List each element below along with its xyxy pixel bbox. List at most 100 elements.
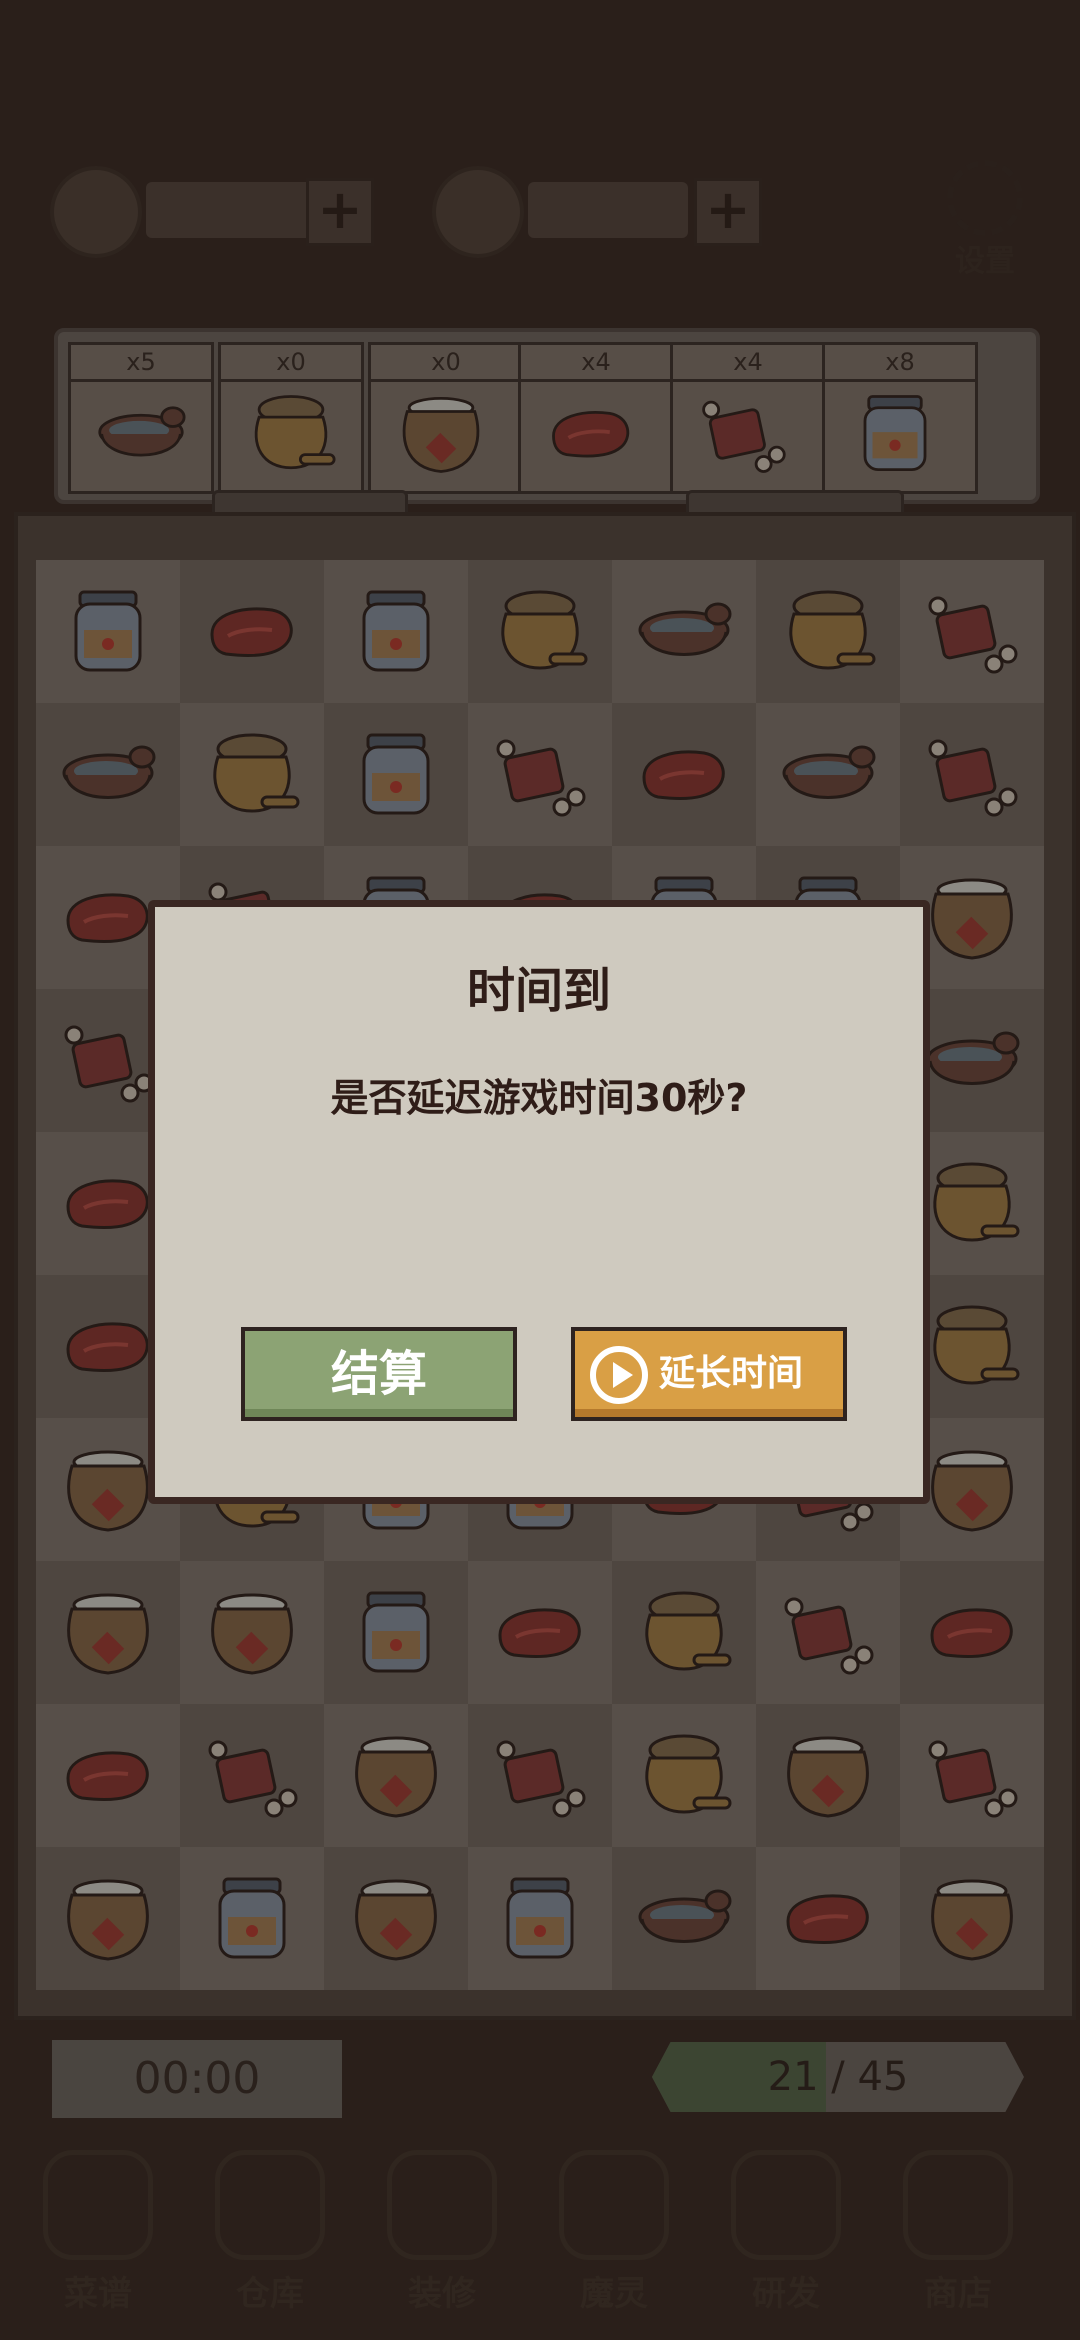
- countdown-timer: 00:00: [52, 2040, 342, 2118]
- board-tile[interactable]: [756, 1561, 900, 1704]
- board-tile[interactable]: [900, 1704, 1044, 1847]
- goal-count: x0: [221, 345, 361, 382]
- board-tile[interactable]: [612, 560, 756, 703]
- board-tile[interactable]: [324, 1704, 468, 1847]
- board-tile[interactable]: [900, 1847, 1044, 1990]
- meat-ribs-icon: [928, 739, 1018, 817]
- board-tile[interactable]: [468, 1847, 612, 1990]
- meat-ribs-icon: [928, 1740, 1018, 1818]
- board-tile[interactable]: [468, 1704, 612, 1847]
- extend-time-button[interactable]: 延长时间: [571, 1327, 847, 1421]
- goal-slot-meat-ribs: x4: [670, 342, 826, 494]
- steak-icon: [786, 1894, 869, 1945]
- meat-ribs-icon: [496, 739, 586, 817]
- board-tile[interactable]: [900, 703, 1044, 846]
- board-tile[interactable]: [468, 1561, 612, 1704]
- steak-icon: [66, 1179, 149, 1230]
- nav-item-spirit[interactable]: 魔灵: [544, 2150, 684, 2320]
- jar-icon: [74, 590, 142, 672]
- jar-icon: [835, 389, 955, 479]
- honey-pot-icon: [933, 1305, 1020, 1385]
- steak-icon: [66, 1322, 149, 1373]
- goal-slot-rice-sack: x0: [368, 342, 524, 494]
- board-tile[interactable]: [324, 703, 468, 846]
- progress-total: 45: [857, 2054, 909, 2100]
- board-tile[interactable]: [324, 1561, 468, 1704]
- board-tile[interactable]: [36, 1847, 180, 1990]
- meat-ribs-icon: [683, 389, 803, 479]
- steak-icon: [498, 1608, 581, 1659]
- goal-count: x4: [521, 345, 671, 382]
- time-up-dialog: 时间到 是否延迟游戏时间30秒? 结算 延长时间: [148, 900, 930, 1504]
- board-tile[interactable]: [36, 1561, 180, 1704]
- jar-icon: [362, 1591, 430, 1673]
- add-resource-button[interactable]: +: [694, 178, 762, 246]
- goal-slot-jar: x8: [822, 342, 978, 494]
- settings-button[interactable]: 设置: [940, 160, 1030, 279]
- decorate-icon: [387, 2150, 497, 2260]
- resource-value-box: [528, 182, 688, 238]
- jar-icon: [362, 590, 430, 672]
- rice-sack-icon: [787, 1736, 869, 1818]
- meat-ribs-icon: [784, 1597, 874, 1675]
- board-tile[interactable]: [900, 1561, 1044, 1704]
- board-tile[interactable]: [756, 560, 900, 703]
- board-tile[interactable]: [180, 1847, 324, 1990]
- rice-sack-icon: [67, 1450, 149, 1532]
- rice-sack-icon: [381, 389, 501, 479]
- nav-item-decorate[interactable]: 装修: [372, 2150, 512, 2320]
- progress-current: 21: [767, 2054, 819, 2100]
- board-tile[interactable]: [756, 1847, 900, 1990]
- steak-icon: [642, 750, 725, 801]
- gem-icon: [432, 166, 524, 258]
- board-tile[interactable]: [36, 703, 180, 846]
- board-tile[interactable]: [468, 703, 612, 846]
- steak-icon: [531, 389, 651, 479]
- board-tile[interactable]: [36, 1704, 180, 1847]
- nav-label: 装修: [408, 2274, 476, 2314]
- dialog-message: 是否延迟游戏时间30秒?: [330, 1076, 748, 1120]
- nav-label: 仓库: [236, 2274, 304, 2314]
- board-tile[interactable]: [180, 560, 324, 703]
- nav-item-recipe[interactable]: 菜谱: [28, 2150, 168, 2320]
- steak-icon: [210, 607, 293, 658]
- settle-button[interactable]: 结算: [241, 1327, 517, 1421]
- honey-pot-icon: [789, 590, 876, 670]
- board-tile[interactable]: [612, 1704, 756, 1847]
- progress-text: 21 / 45: [652, 2042, 1024, 2112]
- honey-pot-icon: [213, 733, 300, 813]
- steak-icon: [66, 893, 149, 944]
- board-tile[interactable]: [612, 1847, 756, 1990]
- bowl-icon: [926, 1031, 1020, 1085]
- nav-item-research[interactable]: 研发: [716, 2150, 856, 2320]
- bowl-icon: [782, 745, 876, 799]
- nav-item-warehouse[interactable]: 仓库: [200, 2150, 340, 2320]
- meat-ribs-icon: [496, 1740, 586, 1818]
- bowl-icon: [638, 1889, 732, 1943]
- board-tile[interactable]: [180, 1561, 324, 1704]
- board-tile[interactable]: [324, 1847, 468, 1990]
- board-tile[interactable]: [612, 1561, 756, 1704]
- honey-pot-icon: [645, 1734, 732, 1814]
- bowl-icon: [62, 745, 156, 799]
- rice-sack-icon: [931, 878, 1013, 960]
- board-tile[interactable]: [36, 560, 180, 703]
- progress-separator: /: [818, 2054, 858, 2100]
- warehouse-icon: [215, 2150, 325, 2260]
- add-resource-button[interactable]: +: [306, 178, 374, 246]
- board-tile[interactable]: [756, 1704, 900, 1847]
- goal-count: x4: [673, 345, 823, 382]
- honey-pot-icon: [501, 590, 588, 670]
- board-tile[interactable]: [180, 703, 324, 846]
- board-tile[interactable]: [468, 560, 612, 703]
- board-tile[interactable]: [612, 703, 756, 846]
- goal-count: x5: [71, 345, 211, 382]
- coin-icon: [50, 166, 142, 258]
- board-tile[interactable]: [180, 1704, 324, 1847]
- board-tile[interactable]: [900, 560, 1044, 703]
- settings-label: 设置: [955, 244, 1015, 279]
- nav-item-shop[interactable]: 商店: [888, 2150, 1028, 2320]
- board-tile[interactable]: [756, 703, 900, 846]
- board-tile[interactable]: [324, 560, 468, 703]
- rice-sack-icon: [355, 1879, 437, 1961]
